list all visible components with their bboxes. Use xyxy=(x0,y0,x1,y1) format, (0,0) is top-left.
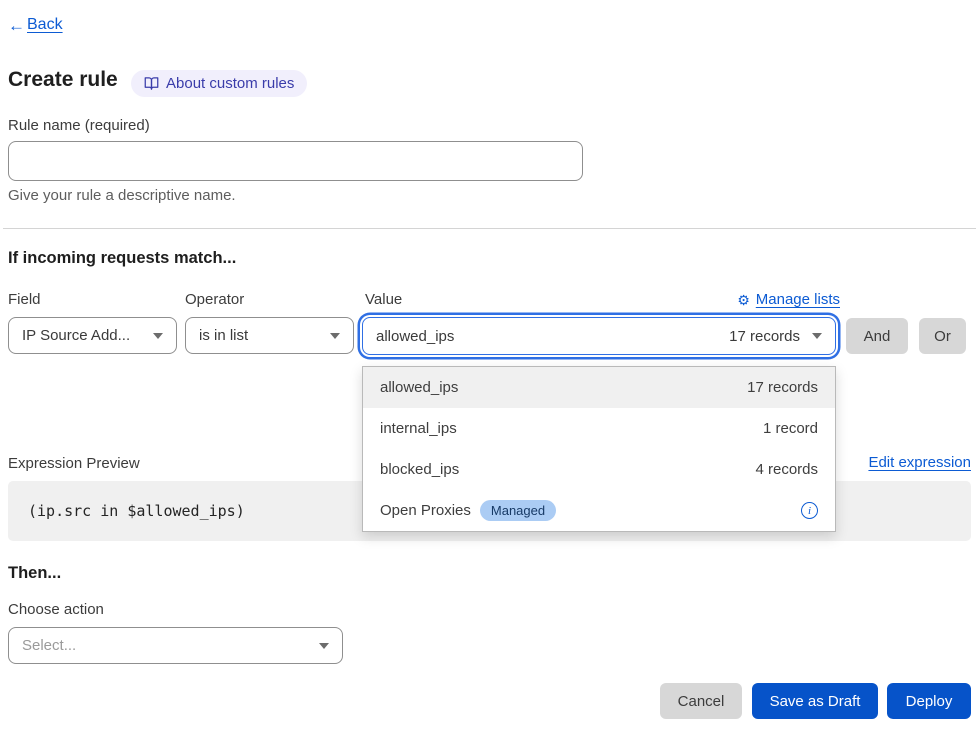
list-item-open-proxies[interactable]: Open Proxies Managed i xyxy=(363,490,835,531)
list-item-blocked-ips[interactable]: blocked_ips 4 records xyxy=(363,449,835,490)
value-label: Value xyxy=(365,291,402,308)
rule-name-helper: Give your rule a descriptive name. xyxy=(8,187,236,204)
list-item-name: Open Proxies xyxy=(380,502,471,519)
field-label: Field xyxy=(8,291,41,308)
list-item-allowed-ips[interactable]: allowed_ips 17 records xyxy=(363,367,835,408)
list-item-name: allowed_ips xyxy=(380,379,458,396)
list-item-name: internal_ips xyxy=(380,420,457,437)
list-item-internal-ips[interactable]: internal_ips 1 record xyxy=(363,408,835,449)
list-item-count: 17 records xyxy=(747,379,818,396)
about-custom-rules-badge[interactable]: About custom rules xyxy=(131,70,307,97)
edit-expression-label: Edit expression xyxy=(868,454,971,471)
create-rule-page: ←Back Create rule About custom rules Rul… xyxy=(0,0,979,739)
save-as-draft-button[interactable]: Save as Draft xyxy=(752,683,878,719)
action-select-placeholder: Select... xyxy=(22,637,76,654)
gear-icon: ⚙ xyxy=(737,293,750,307)
then-heading: Then... xyxy=(8,564,61,583)
back-label: Back xyxy=(27,16,63,34)
match-heading: If incoming requests match... xyxy=(8,249,236,268)
chevron-down-icon xyxy=(319,643,329,649)
value-select[interactable]: allowed_ips 17 records xyxy=(362,317,836,355)
cancel-button[interactable]: Cancel xyxy=(660,683,742,719)
expression-preview-label: Expression Preview xyxy=(8,455,140,472)
field-select-value: IP Source Add... xyxy=(22,327,130,344)
field-select[interactable]: IP Source Add... xyxy=(8,317,177,354)
operator-select-value: is in list xyxy=(199,327,248,344)
page-title: Create rule xyxy=(8,68,118,92)
edit-expression-link[interactable]: Edit expression xyxy=(868,454,971,471)
and-button[interactable]: And xyxy=(846,318,908,354)
book-icon xyxy=(144,76,159,91)
list-item-name: blocked_ips xyxy=(380,461,459,478)
value-select-count: 17 records xyxy=(729,328,800,345)
action-select[interactable]: Select... xyxy=(8,627,343,664)
managed-badge: Managed xyxy=(480,500,556,521)
operator-select[interactable]: is in list xyxy=(185,317,354,354)
expression-code: (ip.src in $allowed_ips) xyxy=(28,502,245,520)
chevron-down-icon xyxy=(812,333,822,339)
manage-lists-label: Manage lists xyxy=(756,291,840,308)
value-select-value: allowed_ips xyxy=(376,328,454,345)
info-icon[interactable]: i xyxy=(801,502,818,519)
list-dropdown-panel: allowed_ips 17 records internal_ips 1 re… xyxy=(362,366,836,532)
manage-lists-link[interactable]: ⚙ Manage lists xyxy=(737,291,840,308)
choose-action-label: Choose action xyxy=(8,601,104,618)
section-divider xyxy=(3,228,976,229)
rule-name-input[interactable] xyxy=(8,141,583,181)
back-arrow-icon: ← xyxy=(8,17,25,34)
about-badge-label: About custom rules xyxy=(166,75,294,92)
chevron-down-icon xyxy=(153,333,163,339)
back-link[interactable]: ←Back xyxy=(8,16,63,34)
rule-name-label: Rule name (required) xyxy=(8,117,150,134)
deploy-button[interactable]: Deploy xyxy=(887,683,971,719)
chevron-down-icon xyxy=(330,333,340,339)
operator-label: Operator xyxy=(185,291,244,308)
list-item-count: 4 records xyxy=(755,461,818,478)
or-button[interactable]: Or xyxy=(919,318,966,354)
list-item-count: 1 record xyxy=(763,420,818,437)
